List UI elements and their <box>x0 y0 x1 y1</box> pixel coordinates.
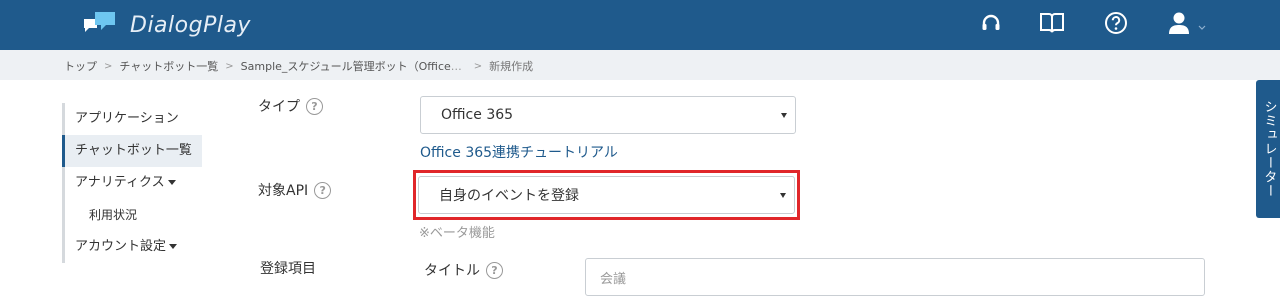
office365-tutorial-link[interactable]: Office 365連携チュートリアル <box>420 142 618 162</box>
question-icon <box>1104 11 1128 39</box>
sidebar-item-analytics[interactable]: アナリティクス <box>62 167 202 199</box>
type-select-value: Office 365 <box>441 107 514 123</box>
chevron-down-icon <box>1198 16 1206 35</box>
breadcrumb-bar: トップ > チャットボット一覧 > Sample_スケジュール管理ボット（Off… <box>0 50 1280 80</box>
help-button[interactable] <box>1103 12 1129 38</box>
help-icon[interactable]: ? <box>314 181 332 199</box>
breadcrumb-current: 新規作成 <box>489 60 534 73</box>
dropdown-arrow-icon <box>781 113 787 118</box>
sidebar-item-usage[interactable]: 利用状況 <box>62 199 202 231</box>
chat-bubbles-logo-icon <box>82 10 118 40</box>
user-icon <box>1168 11 1190 39</box>
sidebar-item-chatbot-list[interactable]: チャットボット一覧 <box>62 135 202 167</box>
simulator-label: シミュレーター <box>1261 100 1277 198</box>
breadcrumb-sample-bot[interactable]: Sample_スケジュール管理ボット（Office <box>241 58 451 74</box>
user-menu[interactable] <box>1168 12 1214 38</box>
breadcrumb: トップ > チャットボット一覧 > Sample_スケジュール管理ボット（Off… <box>64 58 533 74</box>
app-name: DialogPlay <box>130 12 251 38</box>
type-label-row: タイプ ? <box>258 96 323 116</box>
sidebar-item-label: アカウント設定 <box>75 239 167 254</box>
highlight-box <box>413 170 800 220</box>
simulator-tab[interactable]: シミュレーター <box>1256 80 1280 218</box>
help-icon[interactable]: ? <box>306 97 323 115</box>
caret-down-icon <box>167 180 176 185</box>
breadcrumb-ellipsis: … <box>450 59 462 73</box>
beta-note: ※ベータ機能 <box>419 226 495 241</box>
breadcrumb-separator: > <box>225 60 234 72</box>
caret-down-icon <box>169 244 178 249</box>
sidebar-item-label: アプリケーション <box>75 111 179 126</box>
items-label: 登録項目 <box>260 258 316 278</box>
sidebar-item-label: チャットボット一覧 <box>75 143 192 158</box>
breadcrumb-separator: > <box>473 60 483 72</box>
breadcrumb-separator: > <box>104 60 113 72</box>
type-label: タイプ <box>258 99 300 115</box>
sidebar-item-account-settings[interactable]: アカウント設定 <box>62 231 202 263</box>
sidebar-item-label: アナリティクス <box>75 175 165 190</box>
brand[interactable]: DialogPlay <box>82 8 251 42</box>
sidebar-item-applications[interactable]: アプリケーション <box>62 103 202 135</box>
breadcrumb-chatbot-list[interactable]: チャットボット一覧 <box>119 58 218 74</box>
title-label: タイトル <box>424 263 480 279</box>
docs-button[interactable] <box>1039 12 1065 38</box>
headset-icon <box>980 12 1002 38</box>
title-input[interactable]: 会議 <box>585 258 1205 296</box>
api-label-row: 対象API ? <box>258 180 332 200</box>
top-navbar: DialogPlay <box>0 0 1280 50</box>
title-input-placeholder: 会議 <box>600 271 627 287</box>
title-label-row: タイトル ? <box>424 260 503 280</box>
support-button[interactable] <box>978 12 1004 38</box>
items-label-text: 登録項目 <box>260 261 316 277</box>
help-icon[interactable]: ? <box>486 261 503 279</box>
book-icon <box>1039 11 1065 39</box>
sidebar-item-label: 利用状況 <box>89 208 138 222</box>
type-select[interactable]: Office 365 <box>420 96 796 134</box>
api-label: 対象API <box>258 183 309 199</box>
sidebar: アプリケーション チャットボット一覧 アナリティクス 利用状況 アカウント設定 <box>62 103 202 263</box>
breadcrumb-top[interactable]: トップ <box>64 58 97 74</box>
